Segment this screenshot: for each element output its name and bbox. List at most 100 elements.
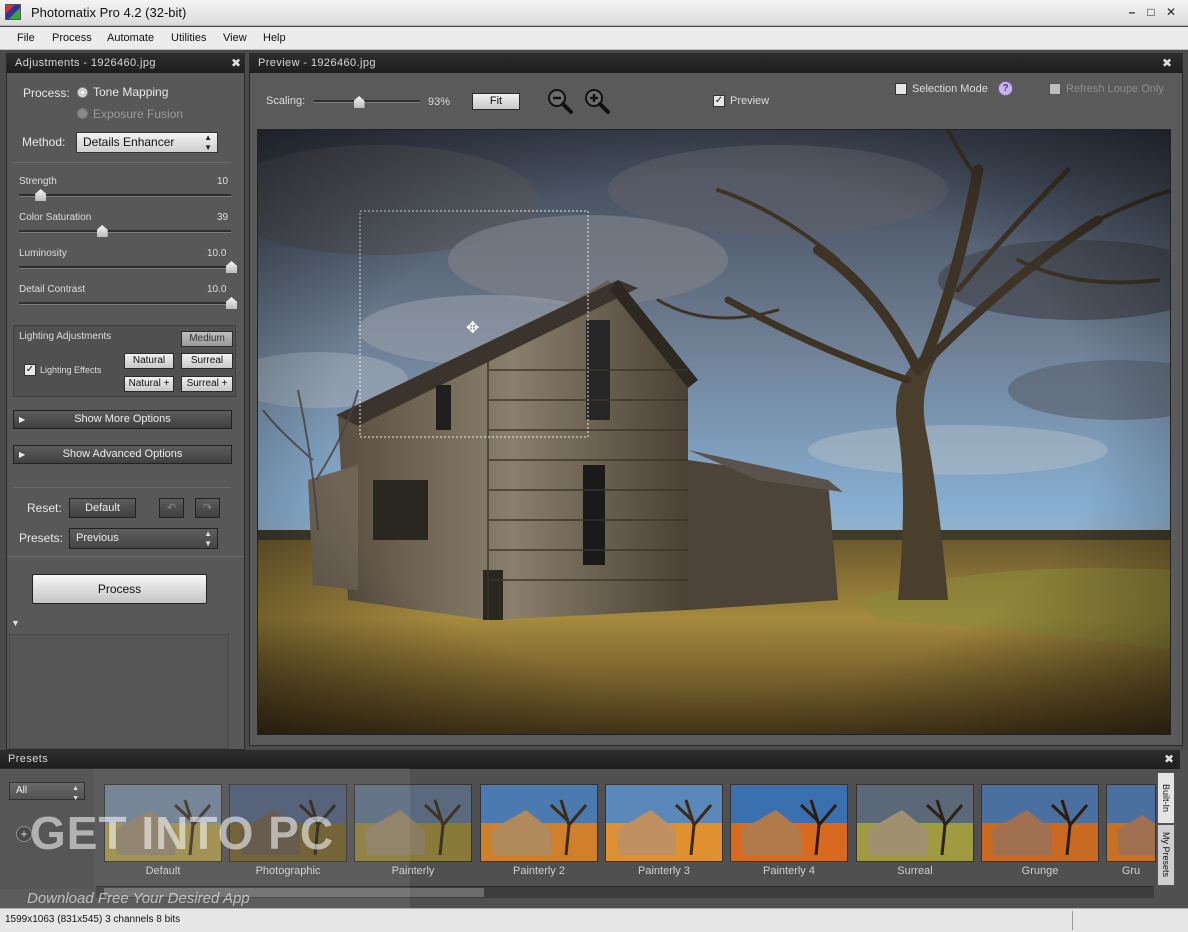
watermark-text: GET INTO PC [30, 807, 335, 859]
zoom-in-icon[interactable] [583, 87, 611, 118]
fit-button[interactable]: Fit [472, 93, 520, 110]
detail-contrast-slider[interactable] [19, 302, 231, 305]
tab-my-presets[interactable]: My Presets [1157, 824, 1175, 886]
scaling-label: Scaling: [266, 95, 306, 107]
presets-label: Presets: [19, 531, 64, 545]
preset-caption: Grunge [1021, 865, 1059, 877]
preview-image[interactable]: ✥ [257, 129, 1171, 735]
color-saturation-slider-thumb[interactable] [96, 225, 108, 237]
detail-contrast-label: Detail Contrast [19, 284, 86, 295]
natural-plus-button[interactable]: Natural + [124, 376, 174, 392]
expand-triangle-icon: ▶ [19, 450, 26, 459]
preset-thumbnail-painterly-3[interactable] [605, 784, 723, 862]
selection-mode-label: Selection Mode [912, 83, 988, 95]
collapse-triangle-icon[interactable]: ▼ [11, 618, 20, 628]
zoom-out-icon[interactable] [546, 87, 574, 118]
preset-thumbnail-partial[interactable] [1106, 784, 1156, 862]
menu-help[interactable]: Help [263, 32, 286, 44]
info-area [9, 634, 229, 749]
preset-thumbnail-painterly-2[interactable] [480, 784, 598, 862]
luminosity-slider-thumb[interactable] [226, 261, 237, 273]
close-window-button[interactable]: ✕ [1163, 5, 1179, 19]
surreal-button[interactable]: Surreal [181, 353, 233, 369]
select-arrows-icon: ▲ ▼ [204, 133, 212, 152]
tab-built-in[interactable]: Built-In [1157, 772, 1175, 824]
separator [13, 162, 231, 163]
minimize-button[interactable]: – [1124, 5, 1140, 19]
color-saturation-slider[interactable] [19, 230, 231, 233]
adjustments-panel: Adjustments - 1926460.jpg ✖ Process: Ton… [6, 53, 245, 750]
scaling-slider[interactable] [314, 100, 420, 103]
tone-mapping-radio[interactable] [77, 87, 88, 98]
help-icon[interactable]: ? [998, 81, 1013, 96]
presets-value: Previous [76, 532, 119, 544]
title-bar: Photomatix Pro 4.2 (32-bit) – □ ✕ [0, 0, 1188, 26]
process-button[interactable]: Process [32, 574, 207, 604]
preview-checkbox[interactable]: ✓ [713, 95, 725, 107]
preset-caption: Painterly 3 [638, 865, 690, 877]
refresh-loupe-label: Refresh Loupe Only [1066, 83, 1164, 95]
menu-view[interactable]: View [223, 32, 247, 44]
process-label: Process: [23, 86, 70, 100]
close-preview-icon[interactable]: ✖ [1162, 54, 1172, 73]
lighting-effects-checkbox[interactable]: ✓ [24, 364, 36, 376]
method-label: Method: [22, 135, 66, 149]
menu-utilities[interactable]: Utilities [171, 32, 206, 44]
undo-icon[interactable]: ↶ [159, 498, 184, 518]
status-bar: 1599x1063 (831x545) 3 channels 8 bits [0, 908, 1188, 932]
preset-caption: Painterly 4 [763, 865, 815, 877]
maximize-button[interactable]: □ [1143, 5, 1159, 19]
close-presets-icon[interactable]: ✖ [1164, 750, 1174, 769]
strength-slider[interactable] [19, 194, 231, 197]
luminosity-slider[interactable] [19, 266, 231, 269]
method-value: Details Enhancer [83, 135, 175, 149]
lighting-adjustments-title: Lighting Adjustments [19, 331, 112, 342]
medium-button[interactable]: Medium [181, 331, 233, 347]
detail-contrast-value: 10.0 [207, 284, 227, 295]
surreal-plus-button[interactable]: Surreal + [181, 376, 233, 392]
status-divider [1072, 911, 1073, 930]
menu-process[interactable]: Process [52, 32, 92, 44]
lighting-effects-label: Lighting Effects [40, 365, 102, 375]
app-icon [5, 4, 21, 20]
adjustments-header: Adjustments - 1926460.jpg [7, 54, 244, 73]
separator [13, 487, 231, 488]
preset-thumbnail-painterly-4[interactable] [730, 784, 848, 862]
luminosity-label: Luminosity [19, 248, 67, 259]
luminosity-value: 10.0 [207, 248, 227, 259]
method-select[interactable]: Details Enhancer ▲ ▼ [76, 132, 218, 153]
exposure-fusion-radio[interactable] [77, 108, 88, 119]
preset-thumbnail-grunge[interactable] [981, 784, 1099, 862]
preset-caption: Surreal [897, 865, 933, 877]
show-advanced-options-button[interactable]: ▶ Show Advanced Options [13, 445, 232, 464]
menu-bar: File Process Automate Utilities View Hel… [0, 27, 1188, 50]
menu-file[interactable]: File [17, 32, 35, 44]
strength-value: 10 [217, 176, 229, 187]
refresh-loupe-checkbox[interactable] [1049, 83, 1061, 95]
watermark-subtext: Download Free Your Desired App [27, 890, 250, 907]
preview-header: Preview - 1926460.jpg [250, 54, 1182, 73]
show-more-options-button[interactable]: ▶ Show More Options [13, 410, 232, 429]
strength-label: Strength [19, 176, 57, 187]
reset-default-button[interactable]: Default [69, 498, 136, 518]
close-panel-icon[interactable]: ✖ [231, 54, 241, 73]
color-saturation-label: Color Saturation [19, 212, 92, 223]
preset-thumbnail-surreal[interactable] [856, 784, 974, 862]
redo-icon[interactable]: ↷ [195, 498, 220, 518]
show-advanced-options-label: Show Advanced Options [62, 448, 183, 460]
preview-label: Preview [730, 95, 770, 107]
strength-slider-thumb[interactable] [35, 189, 47, 201]
presets-select[interactable]: Previous ▲ ▼ [69, 528, 218, 549]
selection-mode-checkbox[interactable] [895, 83, 907, 95]
presets-title: Presets [8, 753, 49, 765]
menu-automate[interactable]: Automate [107, 32, 154, 44]
preset-caption: Painterly 2 [513, 865, 565, 877]
tone-mapping-label: Tone Mapping [93, 85, 169, 99]
scaling-slider-thumb[interactable] [353, 96, 365, 108]
detail-contrast-slider-thumb[interactable] [226, 297, 237, 309]
window-title: Photomatix Pro 4.2 (32-bit) [31, 5, 187, 20]
expand-triangle-icon: ▶ [19, 415, 26, 424]
separator [7, 556, 244, 557]
presets-header: Presets [0, 750, 1180, 769]
natural-button[interactable]: Natural [124, 353, 174, 369]
